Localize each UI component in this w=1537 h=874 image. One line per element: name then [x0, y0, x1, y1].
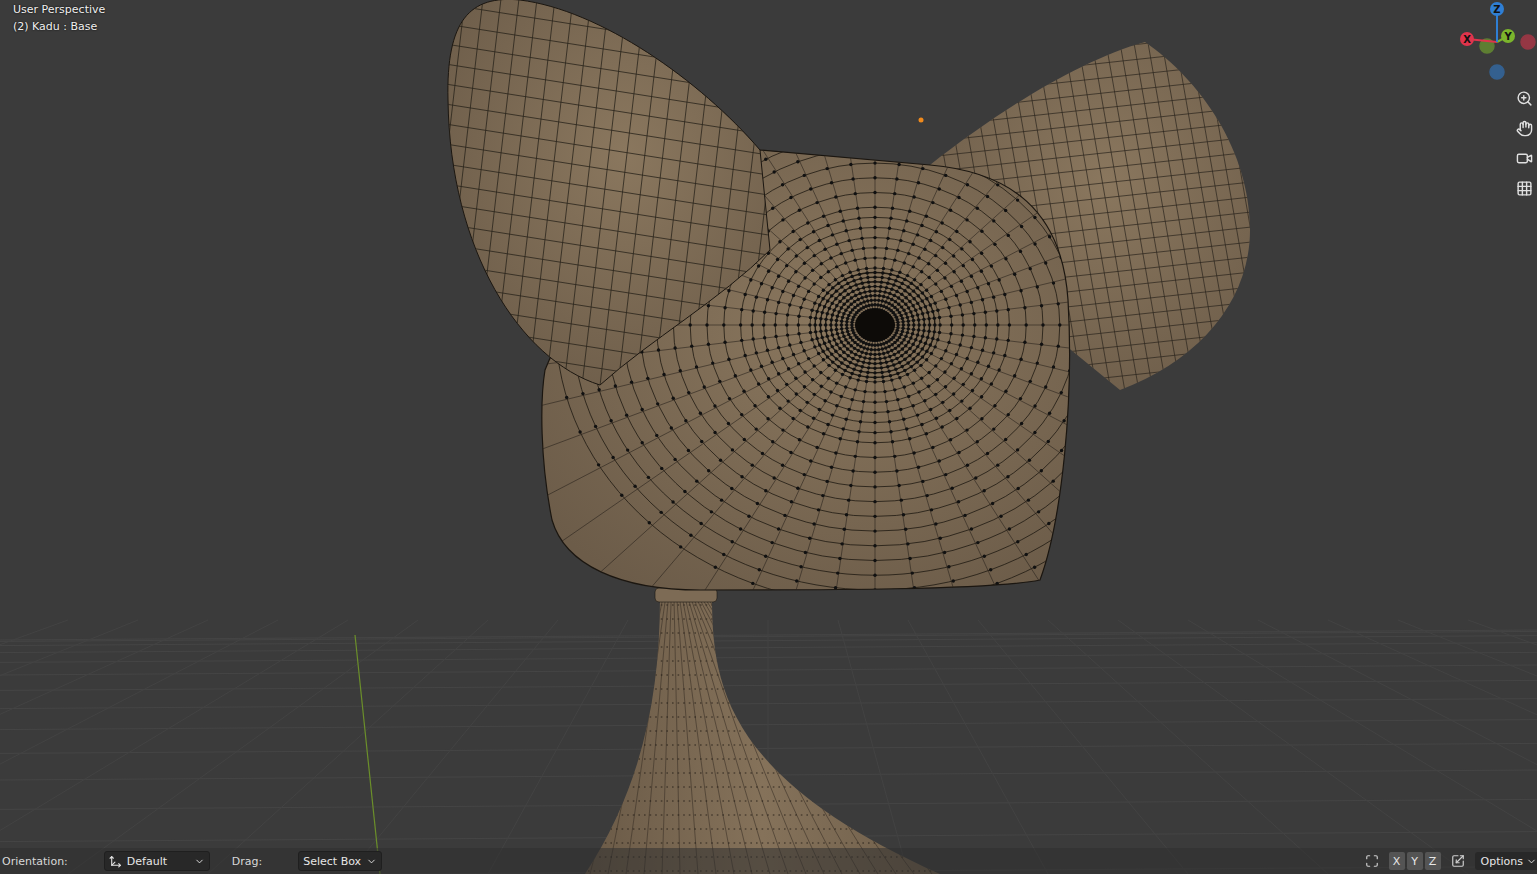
- chevron-icon: [194, 856, 205, 867]
- y-axis-line: [355, 635, 380, 874]
- zoom-icon[interactable]: [1513, 87, 1535, 109]
- camera-icon[interactable]: [1513, 147, 1535, 169]
- mirror-icon[interactable]: [1363, 852, 1381, 870]
- svg-text:Z: Z: [1493, 4, 1500, 15]
- orientation-label: Orientation:: [2, 855, 68, 868]
- gizmo-axis[interactable]: X: [1460, 32, 1497, 46]
- gizmo-negative-axis[interactable]: [1521, 35, 1535, 49]
- orientation-dropdown[interactable]: Default: [104, 851, 210, 871]
- status-bar: Orientation: Default Drag: Select Box XYZ Opt…: [0, 848, 1537, 874]
- object-info: (2) Kadu : Base: [13, 18, 105, 35]
- grid-icon[interactable]: [1513, 177, 1535, 199]
- 3d-viewport-canvas[interactable]: [0, 0, 1537, 874]
- mesh[interactable]: [380, 0, 1340, 874]
- transform-icon: [109, 855, 122, 868]
- gizmo-axis[interactable]: Y: [1497, 29, 1515, 43]
- axis-toggle[interactable]: Z: [1425, 852, 1441, 870]
- chevron-icon: [366, 856, 377, 867]
- hand-icon[interactable]: [1513, 117, 1535, 139]
- drag-label: Drag:: [232, 855, 262, 868]
- navigation-gizmo[interactable]: X Y Z: [1450, 0, 1537, 85]
- scale-icon[interactable]: [1449, 852, 1467, 870]
- drag-dropdown[interactable]: Select Box: [298, 851, 382, 871]
- axis-toggle[interactable]: Y: [1407, 852, 1423, 870]
- axis-toggle[interactable]: X: [1389, 852, 1405, 870]
- gizmo-negative-axis[interactable]: [1490, 65, 1504, 79]
- svg-text:X: X: [1463, 34, 1471, 45]
- viewport: User Perspective(2) Kadu : BaseXYZOrient…: [0, 0, 1537, 874]
- chevron-icon: [1526, 856, 1537, 867]
- svg-text:Y: Y: [1503, 31, 1512, 42]
- gizmo-axis[interactable]: Z: [1490, 2, 1504, 42]
- viewport-info: User Perspective(2) Kadu : Base: [0, 0, 105, 35]
- options-dropdown[interactable]: Options: [1475, 852, 1537, 870]
- view-name: User Perspective: [13, 1, 105, 18]
- origin-dot: [919, 118, 924, 123]
- mirror-axes: XYZ: [1389, 852, 1441, 870]
